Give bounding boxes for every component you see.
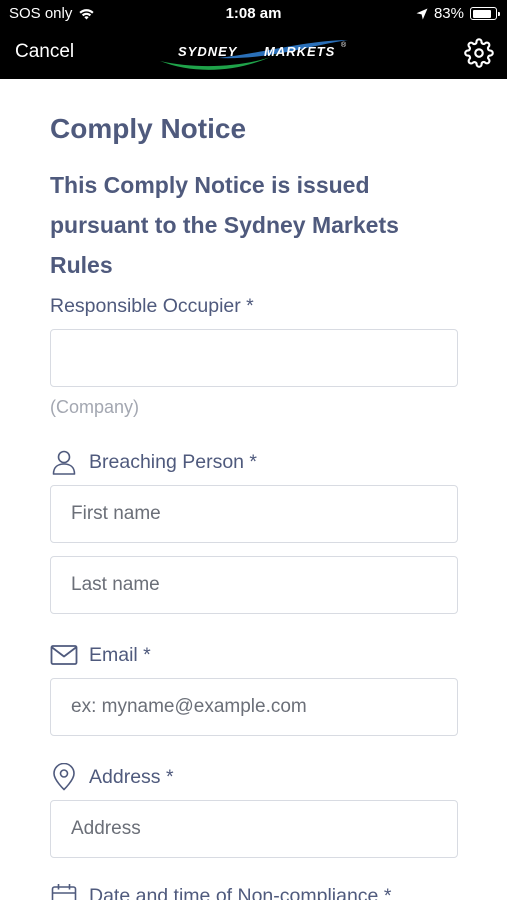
- battery-level: [472, 9, 491, 18]
- envelope-icon: [50, 645, 78, 665]
- last-name-input[interactable]: [50, 556, 458, 614]
- notice-heading: This Comply Notice is issued pursuant to…: [50, 172, 399, 278]
- responsible-occupier-input[interactable]: [50, 329, 458, 387]
- location-arrow-icon: [416, 8, 428, 19]
- datetime-label: Date and time of Non-compliance *: [50, 878, 458, 900]
- email-input[interactable]: [50, 678, 458, 736]
- status-right: 83%: [416, 5, 500, 22]
- datetime-label-text: Date and time of Non-compliance *: [89, 884, 392, 900]
- address-label: Address *: [50, 759, 458, 795]
- breaching-person-label: Breaching Person *: [50, 444, 458, 480]
- sydney-markets-logo: SYDNEY MARKETS ®: [160, 40, 348, 70]
- nav-bar: Cancel SYDNEY MARKETS ®: [0, 28, 507, 79]
- battery-percent: 83%: [433, 5, 464, 22]
- logo-text-markets: MARKETS: [264, 44, 335, 59]
- location-pin-icon: [53, 763, 75, 791]
- first-name-input[interactable]: [50, 485, 458, 543]
- breaching-person-label-text: Breaching Person *: [89, 450, 258, 473]
- address-label-text: Address *: [89, 765, 174, 788]
- gear-icon: [464, 38, 494, 68]
- status-bar: SOS only 1:08 am 83%: [0, 0, 507, 28]
- battery-icon: [470, 7, 500, 20]
- responsible-occupier-label-text: Responsible Occupier *: [50, 294, 254, 317]
- form-content: Comply Notice This Comply Notice is issu…: [50, 79, 458, 900]
- page-title: Comply Notice: [50, 113, 247, 144]
- responsible-occupier-label: Responsible Occupier *: [50, 288, 458, 324]
- cancel-button[interactable]: Cancel: [15, 41, 74, 63]
- settings-button[interactable]: [464, 38, 494, 68]
- calendar-icon: [51, 884, 77, 900]
- logo-text-sydney: SYDNEY: [178, 44, 238, 59]
- company-helper-text: (Company): [50, 397, 140, 417]
- address-input[interactable]: [50, 800, 458, 858]
- email-label: Email *: [50, 637, 458, 673]
- email-label-text: Email *: [89, 643, 151, 666]
- person-icon: [52, 450, 76, 475]
- logo-registered-mark: ®: [341, 41, 347, 49]
